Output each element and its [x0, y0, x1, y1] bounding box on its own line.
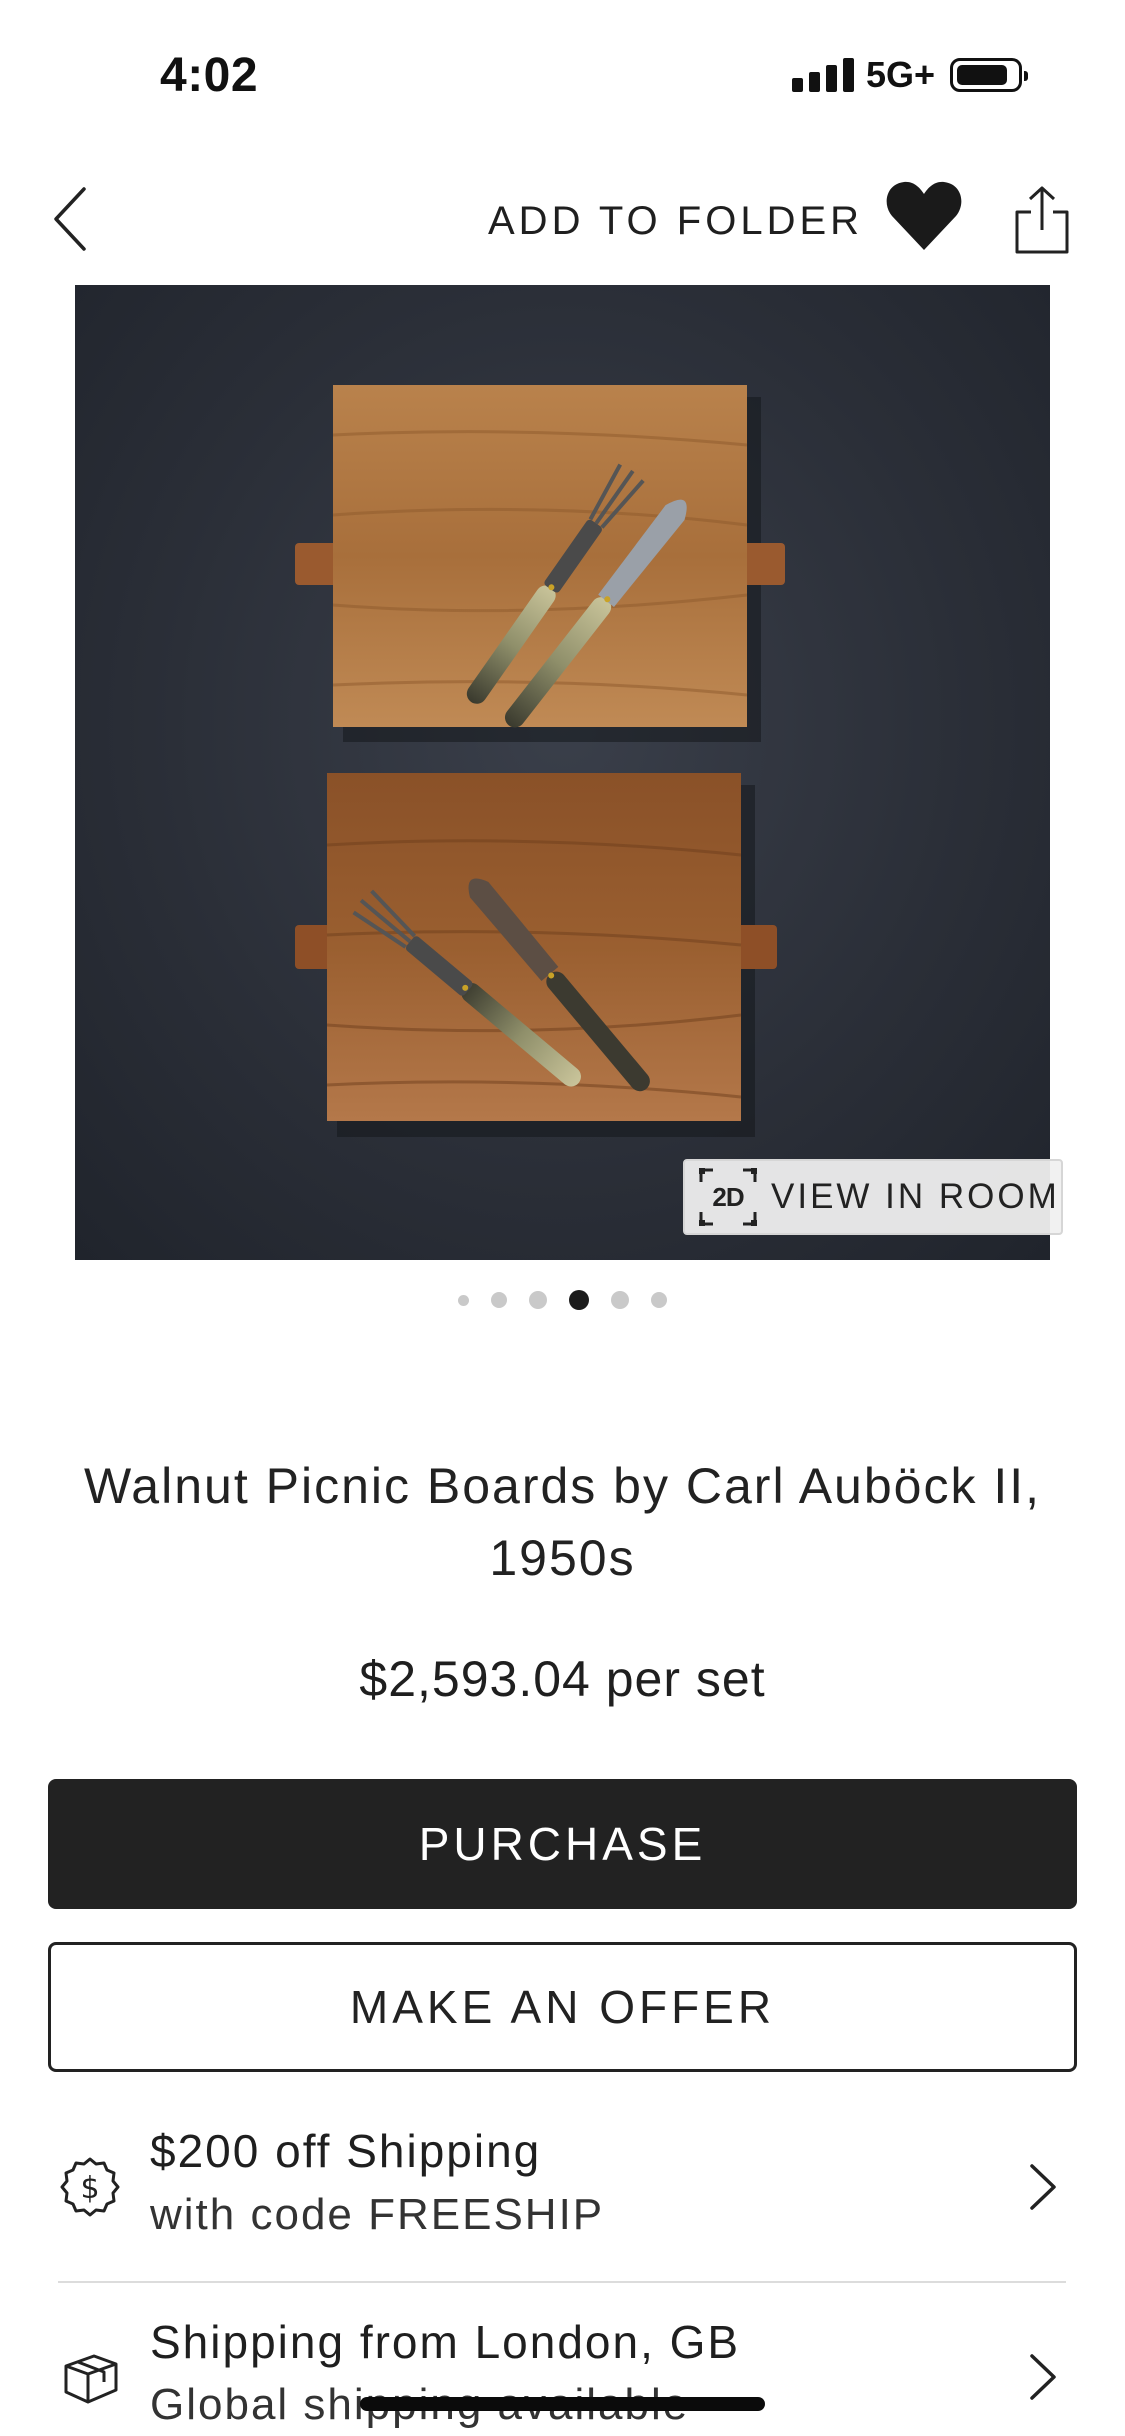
view-in-room-label: VIEW IN ROOM [771, 1177, 1060, 1216]
divider [58, 2281, 1066, 2283]
view-in-room-button[interactable]: 2D VIEW IN ROOM [683, 1159, 1063, 1235]
product-image[interactable] [75, 285, 1050, 1260]
make-offer-button[interactable]: MAKE AN OFFER [48, 1942, 1077, 2072]
share-button[interactable] [1013, 184, 1071, 256]
product-price: $2,593.04 per set [359, 1651, 766, 1707]
carousel-dot[interactable] [611, 1291, 629, 1309]
shipping-promo-subtitle: with code FREESHIP [150, 2190, 605, 2239]
favorite-button[interactable] [884, 178, 964, 254]
shipping-origin-title: Shipping from London, GB [150, 2316, 741, 2368]
chevron-right-icon [1028, 2352, 1058, 2402]
package-icon [58, 2346, 122, 2410]
heart-icon [886, 181, 962, 250]
home-indicator[interactable] [360, 2397, 765, 2411]
carousel-dot[interactable] [491, 1292, 507, 1308]
status-time: 4:02 [160, 49, 259, 102]
view-in-room-badge: 2D [712, 1182, 744, 1212]
carousel-dot[interactable] [651, 1292, 667, 1308]
back-button[interactable] [50, 185, 90, 253]
shipping-promo-title: $200 off Shipping [150, 2125, 542, 2177]
battery-icon [950, 58, 1028, 92]
carousel-dot[interactable] [529, 1291, 547, 1309]
network-type: 5G+ [866, 54, 936, 95]
purchase-button[interactable]: PURCHASE [48, 1779, 1077, 1909]
view-in-room-icon: 2D [699, 1168, 757, 1226]
carousel-pagination[interactable] [0, 1290, 1125, 1310]
carousel-dot[interactable] [458, 1294, 469, 1306]
svg-text:$: $ [80, 2171, 99, 2206]
chevron-left-icon [54, 187, 86, 251]
product-title: Walnut Picnic Boards by Carl Auböck II, … [83, 1458, 1042, 1586]
chevron-right-icon [1028, 2162, 1058, 2212]
add-to-folder-button[interactable]: ADD TO FOLDER [488, 199, 863, 244]
cellular-signal-icon [792, 56, 854, 92]
dollar-badge-icon: $ [58, 2155, 122, 2219]
share-icon [1015, 186, 1069, 254]
carousel-dot-active[interactable] [569, 1290, 589, 1310]
